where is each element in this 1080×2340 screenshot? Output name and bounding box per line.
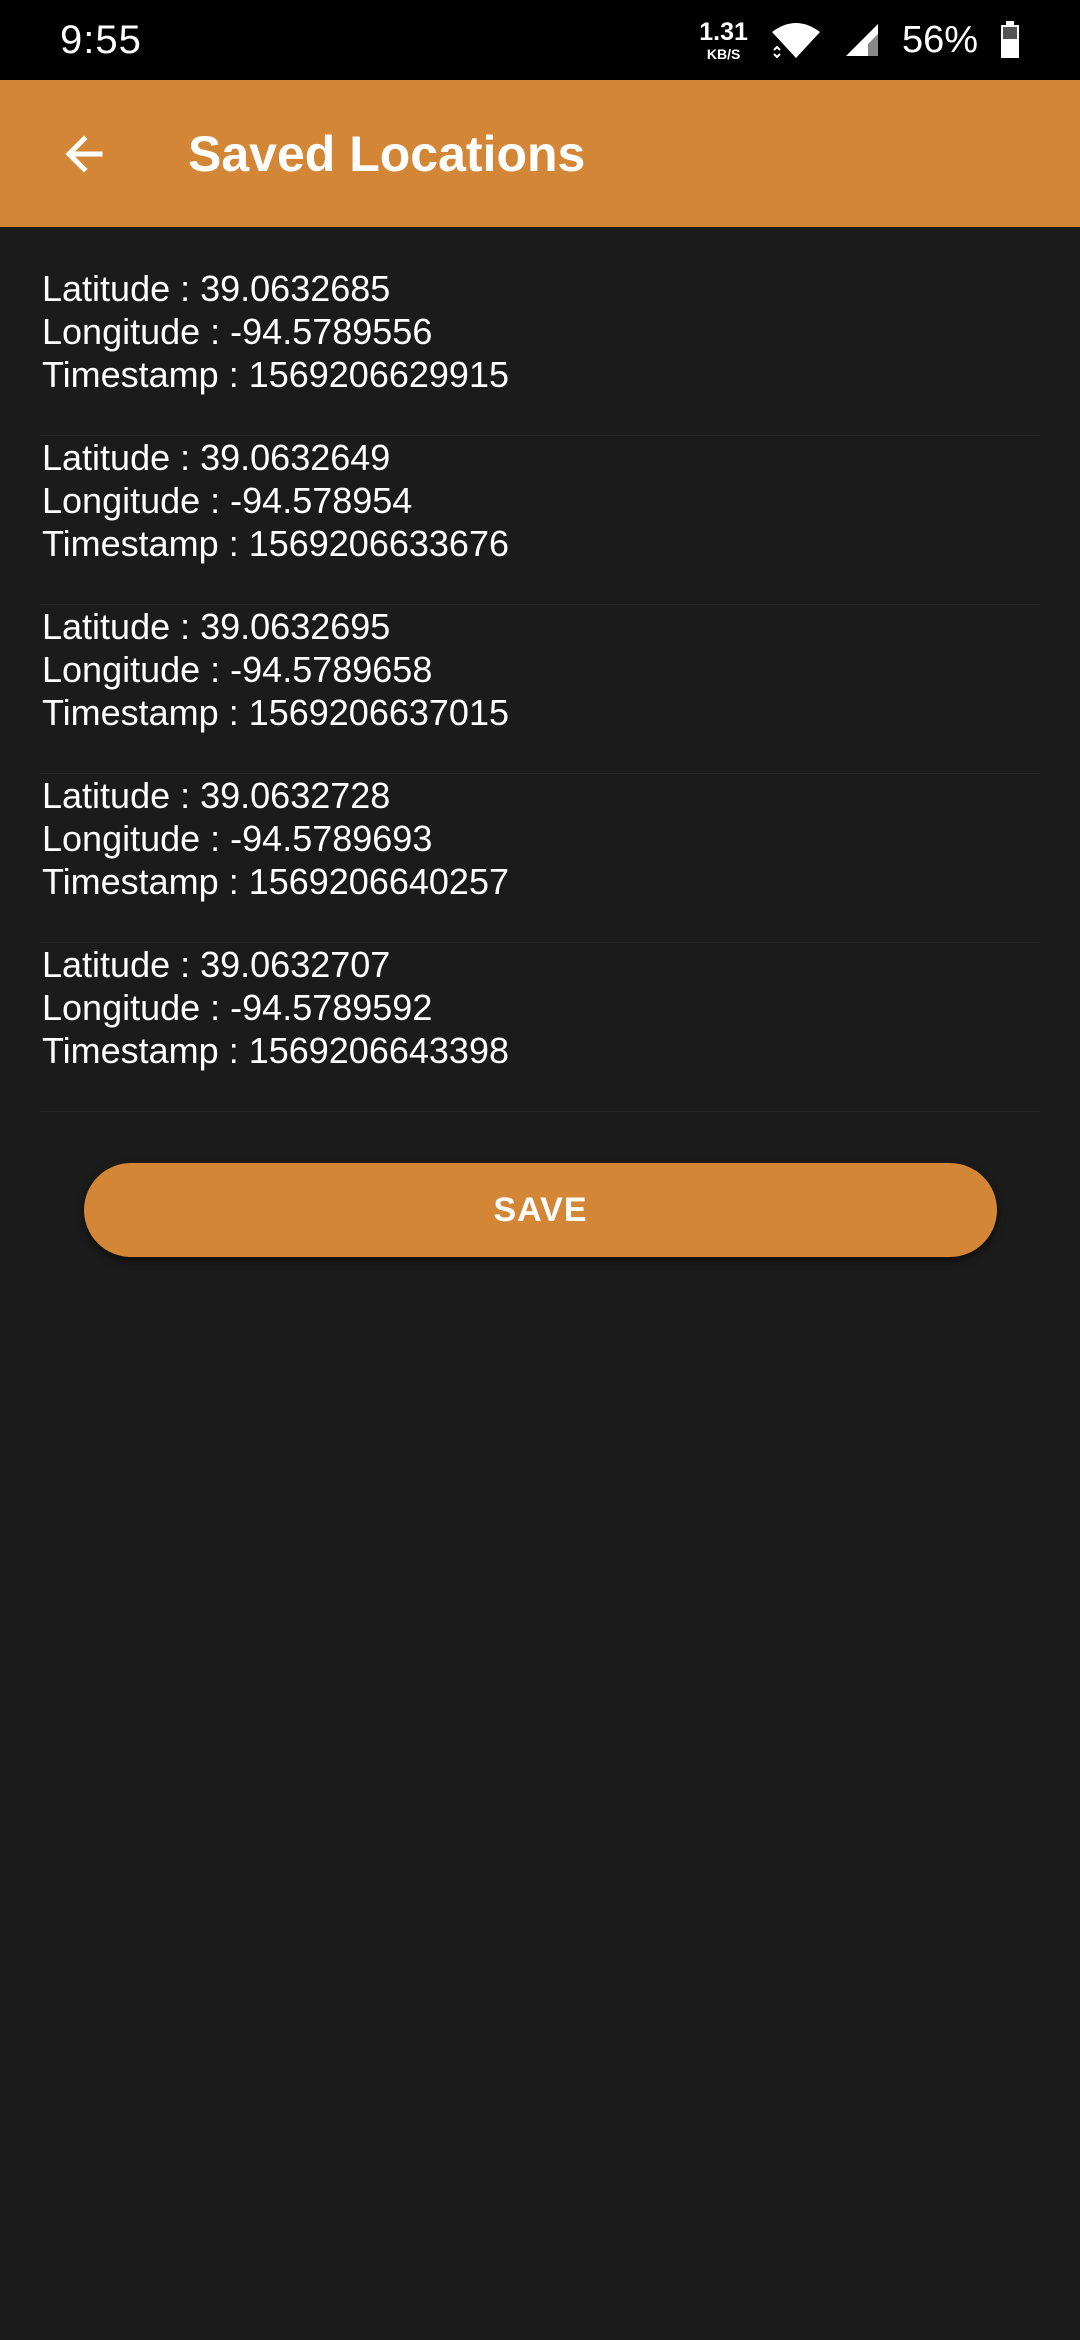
longitude-text: Longitude : -94.5789693 (42, 818, 433, 859)
latitude-text: Latitude : 39.0632685 (42, 268, 391, 309)
list-item[interactable]: Latitude : 39.0632649 Longitude : -94.57… (40, 436, 1040, 605)
timestamp-text: Timestamp : 1569206629915 (42, 354, 509, 395)
status-icons: 1.31 KB/S 56% (699, 19, 1020, 62)
list-item[interactable]: Latitude : 39.0632707 Longitude : -94.57… (40, 943, 1040, 1112)
page-title: Saved Locations (188, 125, 586, 182)
network-speed-value: 1.31 (699, 17, 748, 46)
timestamp-text: Timestamp : 1569206637015 (42, 692, 509, 733)
latitude-text: Latitude : 39.0632649 (42, 437, 391, 478)
battery-percent: 56% (901, 18, 978, 61)
latitude-text: Latitude : 39.0632695 (42, 606, 391, 647)
longitude-text: Longitude : -94.578954 (42, 480, 413, 521)
save-button[interactable]: SAVE (84, 1163, 997, 1257)
list-item[interactable]: Latitude : 39.0632685 Longitude : -94.57… (40, 267, 1040, 436)
battery-icon (1001, 21, 1019, 58)
network-speed-unit: KB/S (706, 45, 741, 62)
longitude-text: Longitude : -94.5789556 (42, 311, 433, 352)
status-bar: 9:55 1.31 KB/S 56% (0, 0, 1080, 80)
app-bar: Saved Locations (0, 80, 1080, 227)
latitude-text: Latitude : 39.0632728 (42, 775, 391, 816)
back-button[interactable] (40, 110, 128, 198)
list-item[interactable]: Latitude : 39.0632728 Longitude : -94.57… (40, 774, 1040, 943)
longitude-text: Longitude : -94.5789658 (42, 649, 433, 690)
wifi-icon (771, 23, 820, 59)
cell-signal-icon (845, 24, 878, 56)
status-time: 9:55 (60, 17, 142, 62)
timestamp-text: Timestamp : 1569206633676 (42, 523, 509, 564)
location-list: Latitude : 39.0632685 Longitude : -94.57… (0, 227, 1080, 1112)
network-speed: 1.31 KB/S (699, 17, 748, 62)
arrow-left-icon (65, 134, 103, 173)
longitude-text: Longitude : -94.5789592 (42, 987, 433, 1028)
timestamp-text: Timestamp : 1569206640257 (42, 861, 509, 902)
timestamp-text: Timestamp : 1569206643398 (42, 1030, 509, 1071)
latitude-text: Latitude : 39.0632707 (42, 944, 391, 985)
list-item[interactable]: Latitude : 39.0632695 Longitude : -94.57… (40, 605, 1040, 774)
